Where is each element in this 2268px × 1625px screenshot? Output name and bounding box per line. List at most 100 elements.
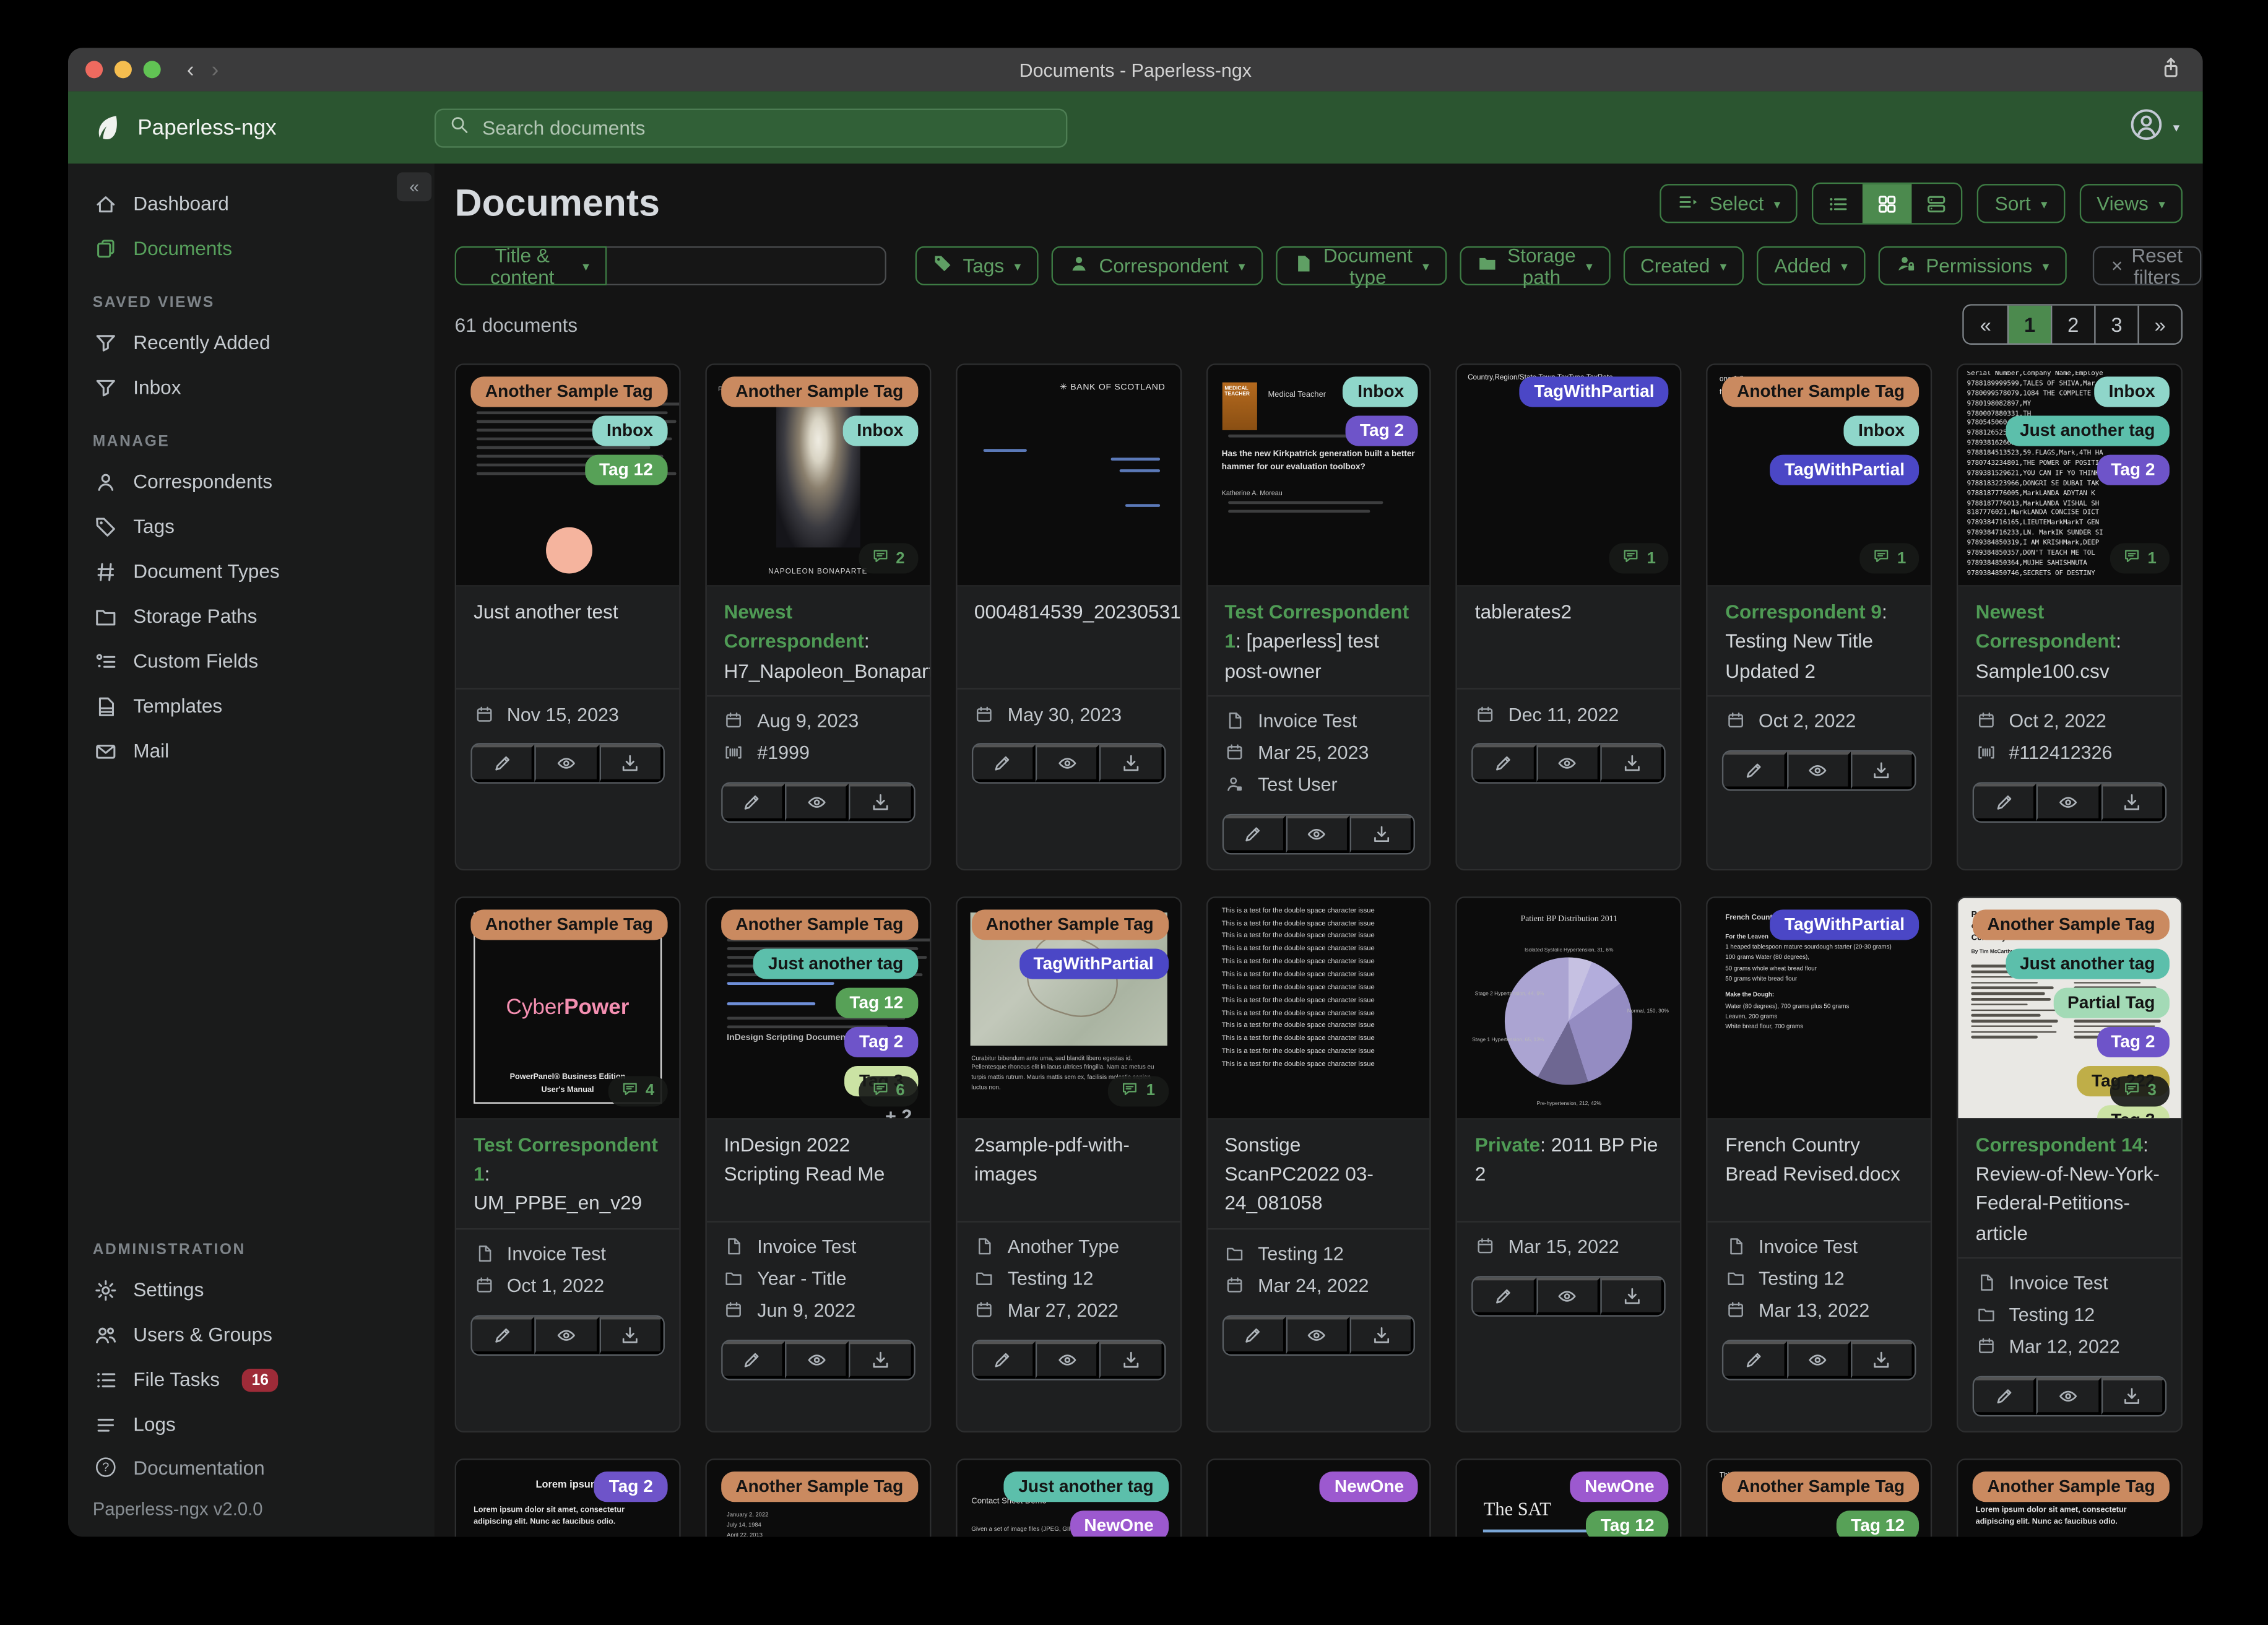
document-thumbnail[interactable]: Boundary Waters TripCurabitur bibendum a… (956, 898, 1180, 1120)
sidebar-item-documentation[interactable]: ? Documentation (68, 1447, 435, 1488)
view-button[interactable] (535, 1315, 599, 1354)
document-card[interactable]: Francja pod rzNAPOLEON BONAPARTEAnother … (705, 363, 931, 870)
document-card[interactable]: CyberPower PowerPanel® Business Edition Us… (454, 896, 681, 1432)
tag-pill[interactable]: Just another tag (1003, 1471, 1169, 1502)
view-button[interactable] (1035, 1340, 1100, 1379)
tag-pill[interactable]: Tag 12 (835, 987, 918, 1018)
view-button[interactable] (1035, 744, 1100, 782)
document-card[interactable]: NewOne (1205, 1458, 1432, 1537)
download-button[interactable] (1349, 815, 1414, 853)
edit-button[interactable] (972, 744, 1036, 782)
view-button[interactable] (1536, 744, 1601, 782)
card-title[interactable]: [paperless] test post-owner (1224, 630, 1379, 681)
edit-button[interactable] (972, 1340, 1036, 1379)
back-button[interactable]: ‹ (187, 59, 194, 80)
sidebar-item-file-tasks[interactable]: File Tasks 16 (68, 1357, 435, 1402)
sidebar-collapse-button[interactable]: « (397, 172, 432, 202)
tag-pill[interactable]: Partial Tag (2053, 987, 2170, 1018)
edit-button[interactable] (1723, 1340, 1787, 1379)
pagination-page-2[interactable]: 2 (2051, 305, 2095, 344)
document-card[interactable]: one,1.0five,5.0Another Sample TagInboxTa… (1706, 363, 1933, 870)
tag-pill[interactable]: Another Sample Tag (971, 909, 1169, 940)
view-button[interactable] (1286, 815, 1350, 853)
tag-pill[interactable]: Another Sample Tag (1973, 909, 2170, 940)
document-card[interactable]: Review ofof Arbitral Awards Shows Swift … (1957, 896, 2183, 1432)
cards-view-button[interactable] (1912, 184, 1962, 223)
download-button[interactable] (1600, 1277, 1664, 1315)
view-button[interactable] (2036, 783, 2101, 821)
pagination-page-1[interactable]: 1 (2007, 305, 2051, 344)
minimize-window-button[interactable] (114, 61, 132, 79)
edit-button[interactable] (722, 783, 786, 821)
download-button[interactable] (1600, 744, 1664, 782)
card-title[interactable]: UM_PPBE_en_v29 (474, 1192, 642, 1214)
document-thumbnail[interactable]: The SATPracticeTest #1Make time to take … (1457, 1459, 1681, 1537)
tag-pill[interactable]: NewOne (1320, 1471, 1419, 1502)
document-card[interactable]: The SATPracticeTest #1Make time to take … (1456, 1458, 1682, 1537)
sidebar-item-dashboard[interactable]: Dashboard (68, 181, 435, 226)
document-card[interactable]: Boundary Waters TripCurabitur bibendum a… (955, 896, 1182, 1432)
download-button[interactable] (1850, 751, 1915, 789)
pagination-page-3[interactable]: 3 (2094, 305, 2138, 344)
download-button[interactable] (1099, 744, 1164, 782)
close-window-button[interactable] (85, 61, 103, 79)
download-button[interactable] (849, 1340, 914, 1379)
views-button[interactable]: Views ▾ (2079, 184, 2183, 223)
tag-pill[interactable]: Tag 2 (594, 1471, 668, 1502)
card-title[interactable]: Testing New Title Updated 2 (1725, 630, 1873, 681)
view-button[interactable] (785, 783, 850, 821)
document-thumbnail[interactable]: Lorem ipsumLorem ipsum dolor sit amet, c… (1958, 1459, 2181, 1537)
card-title[interactable]: tablerates2 (1475, 601, 1572, 623)
document-card[interactable]: Adobe Acrobat PDF FilesAnother Sample Ta… (454, 363, 681, 870)
tag-pill[interactable]: Tag 12 (1836, 1510, 1920, 1537)
download-button[interactable] (2101, 1377, 2165, 1415)
tag-pill[interactable]: Inbox (592, 415, 668, 446)
document-thumbnail[interactable]: Adobe InDesign 2022InDesign Scripting Do… (706, 898, 930, 1120)
tag-pill[interactable]: Tag 2 (2096, 1026, 2170, 1057)
list-view-button[interactable] (1814, 184, 1863, 223)
tag-pill[interactable]: Another Sample Tag (1722, 376, 1920, 407)
edit-button[interactable] (472, 1315, 535, 1354)
search-input[interactable] (479, 115, 1053, 140)
title-content-filter-input[interactable] (606, 246, 886, 285)
tag-pill[interactable]: Tag 2 (1345, 415, 1419, 446)
filter-permissions-button[interactable]: Permissions ▾ (1878, 246, 2067, 285)
card-correspondent-link[interactable]: Test Correspondent 1 (474, 1133, 658, 1184)
tag-pill[interactable]: Tag 12 (1586, 1510, 1669, 1537)
tag-pill[interactable]: Another Sample Tag (721, 1471, 918, 1502)
tag-pill[interactable]: Tag 2 (844, 1026, 918, 1057)
document-thumbnail[interactable]: MEDICAL TEACHER Medical Teacher Has the ne… (1207, 365, 1430, 587)
edit-button[interactable] (1473, 1277, 1536, 1315)
document-card[interactable]: Serial Number,Company Name,Employe 978818… (1957, 363, 2183, 870)
app-logo-area[interactable]: Paperless-ngx (68, 111, 435, 143)
comments-badge[interactable]: 2 (858, 543, 918, 574)
tag-pill[interactable]: Just another tag (2005, 415, 2170, 446)
tag-pill[interactable]: Another Sample Tag (470, 909, 668, 940)
view-button[interactable] (1286, 1315, 1350, 1354)
user-menu[interactable]: ▾ (2129, 106, 2179, 149)
document-thumbnail[interactable]: one,1.0five,5.0Another Sample TagInboxTa… (1708, 365, 1931, 587)
title-content-filter-button[interactable]: Title & content ▾ (454, 244, 607, 287)
card-title[interactable]: 2sample-pdf-with-images (974, 1133, 1130, 1184)
sidebar-item-logs[interactable]: Logs (68, 1402, 435, 1447)
card-title[interactable]: Sonstige ScanPC2022 03-24_081058 (1224, 1133, 1374, 1214)
sidebar-item-storage-paths[interactable]: Storage Paths (68, 594, 435, 639)
document-thumbnail[interactable]: Adobe Acrobat PDF FilesAnother Sample Ta… (456, 365, 679, 587)
document-card[interactable]: Patient BP Distribution 2011 Isolated Sys… (1456, 896, 1682, 1432)
grid-view-button[interactable] (1863, 184, 1913, 223)
comments-badge[interactable]: 1 (1108, 1075, 1169, 1106)
filter-document-type-button[interactable]: Document type ▾ (1275, 244, 1447, 287)
tag-pill[interactable]: TagWithPartial (1770, 909, 1920, 940)
document-thumbnail[interactable]: Patient BP Distribution 2011 Isolated Sys… (1457, 898, 1681, 1120)
sidebar-item-inbox[interactable]: Inbox (68, 365, 435, 410)
document-thumbnail[interactable]: Review ofof Arbitral Awards Shows Swift … (1958, 898, 2181, 1120)
tag-pill[interactable]: TagWithPartial (1770, 454, 1920, 485)
sidebar-item-custom-fields[interactable]: Custom Fields (68, 639, 435, 684)
comments-badge[interactable]: 1 (1859, 543, 1920, 574)
card-title[interactable]: Just another test (474, 601, 618, 623)
tag-pill[interactable]: Inbox (2094, 376, 2170, 407)
download-button[interactable] (849, 783, 914, 821)
tag-pill[interactable]: Another Sample Tag (1973, 1471, 2170, 1502)
document-card[interactable]: Contact Sheet Demo Given a set of image f… (955, 1458, 1182, 1537)
document-card[interactable]: This is a test for the double space char… (1205, 896, 1432, 1432)
